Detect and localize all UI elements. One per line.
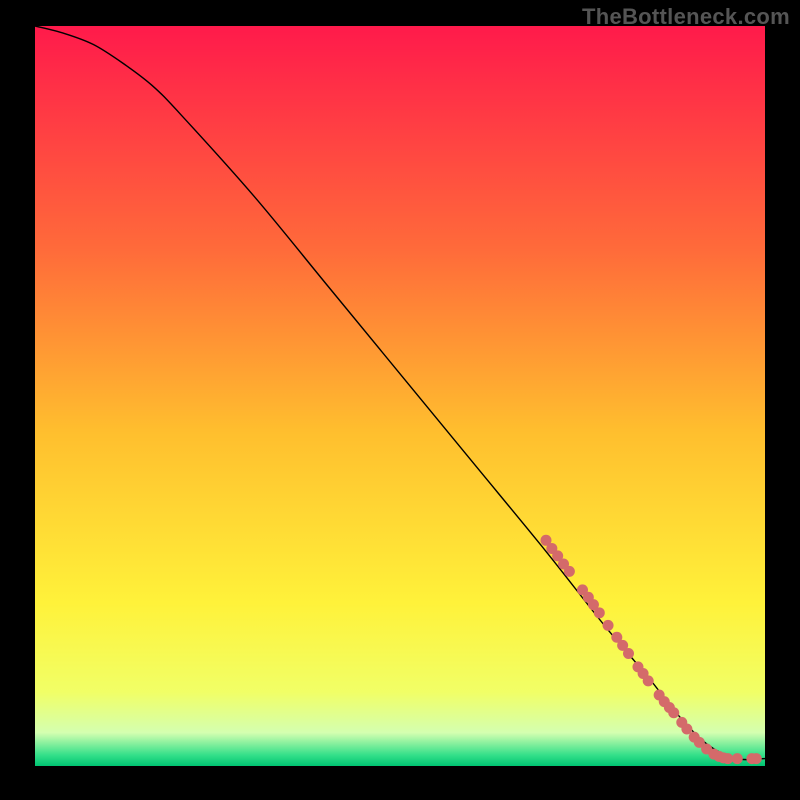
marker-dot (732, 753, 743, 764)
marker-dot (603, 620, 614, 631)
marker-dot (564, 566, 575, 577)
watermark-text: TheBottleneck.com (582, 4, 790, 30)
gradient-background (35, 26, 765, 766)
marker-dot (643, 675, 654, 686)
marker-dot (623, 648, 634, 659)
plot-area (35, 26, 765, 766)
marker-dot (594, 607, 605, 618)
chart-svg (35, 26, 765, 766)
marker-dot (681, 724, 692, 735)
chart-container: TheBottleneck.com (0, 0, 800, 800)
marker-dot (751, 753, 762, 764)
marker-dot (668, 707, 679, 718)
marker-dot (722, 753, 733, 764)
